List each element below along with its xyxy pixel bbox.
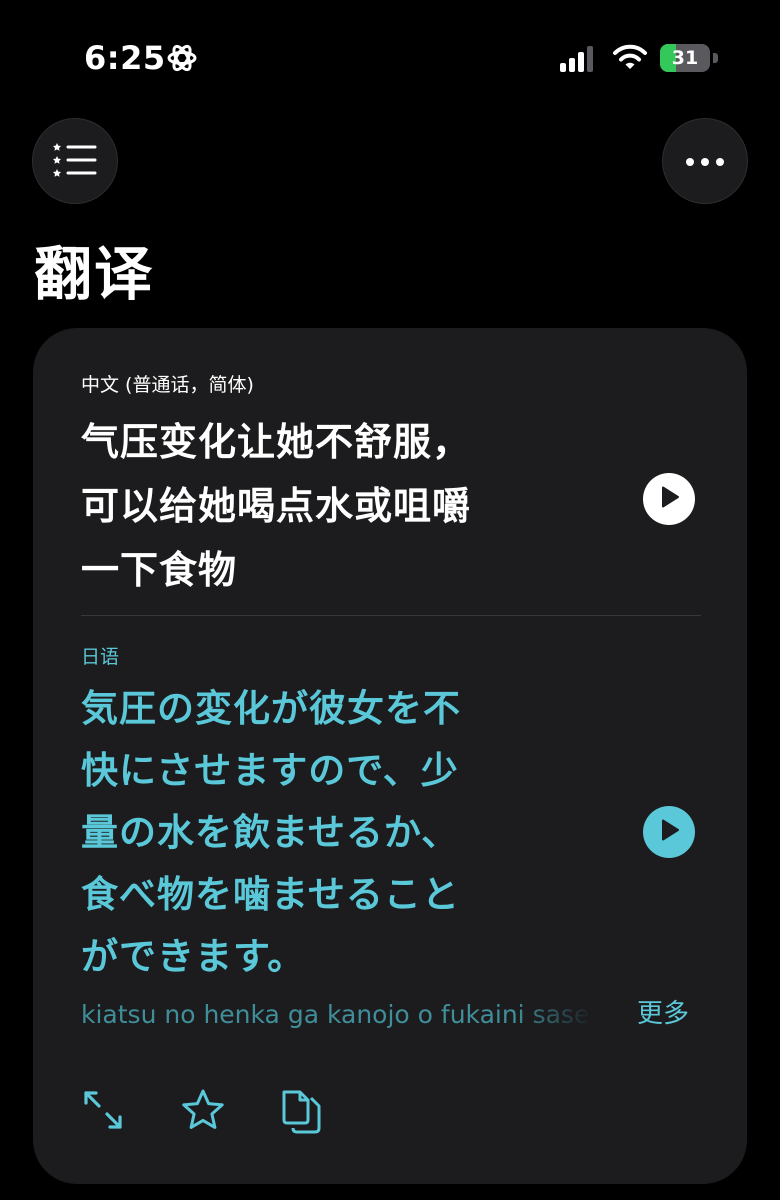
favorite-button[interactable]: [179, 1088, 227, 1136]
source-language-label: 中文 (普通话，简体): [81, 374, 254, 396]
list-icon: [53, 141, 97, 181]
source-line: 一下食物: [81, 548, 238, 592]
more-options-button[interactable]: [662, 118, 748, 204]
battery-percent: 31: [671, 47, 699, 69]
target-text[interactable]: 気圧の変化が彼女を不 快にさせますので、少 量の水を飲ませるか、 食べ物を噛ませ…: [81, 678, 581, 988]
source-line: 气压变化让她不舒服，: [81, 420, 472, 464]
play-target-button[interactable]: [643, 806, 695, 858]
expand-button[interactable]: [79, 1088, 127, 1136]
play-icon: [658, 485, 680, 513]
page-title: 翻译: [34, 240, 155, 308]
focus-icon: [166, 42, 198, 74]
target-line: ができます。: [81, 935, 306, 978]
target-line: 量の水を飲ませるか、: [81, 811, 460, 854]
source-line: 可以给她喝点水或咀嚼: [81, 484, 472, 528]
copy-icon: [279, 1084, 323, 1140]
status-bar: 6:25 31: [0, 0, 780, 110]
signal-icon: [560, 46, 600, 72]
romanization-text: kiatsu no henka ga kanojo o fukaini sase…: [81, 1000, 593, 1029]
target-line: 快にさせますので、少: [81, 749, 459, 792]
target-language-label: 日语: [81, 646, 120, 668]
target-line: 気圧の変化が彼女を不: [81, 687, 461, 730]
battery-icon: 31: [660, 44, 718, 72]
target-line: 食べ物を噛ませること: [81, 873, 460, 916]
source-text[interactable]: 气压变化让她不舒服， 可以给她喝点水或咀嚼 一下食物: [81, 410, 601, 602]
list-menu-button[interactable]: [32, 118, 118, 204]
battery-body: 31: [660, 44, 710, 72]
copy-button[interactable]: [277, 1088, 325, 1136]
play-icon: [658, 818, 680, 846]
ellipsis-icon: [685, 152, 725, 171]
status-time: 6:25: [84, 39, 166, 77]
translation-card: 中文 (普通话，简体) 气压变化让她不舒服， 可以给她喝点水或咀嚼 一下食物 日…: [33, 328, 747, 1184]
divider: [81, 615, 701, 616]
expand-icon: [81, 1088, 125, 1136]
more-link[interactable]: 更多: [637, 996, 689, 1032]
wifi-icon: [612, 42, 648, 72]
battery-cap: [713, 53, 718, 63]
play-source-button[interactable]: [643, 473, 695, 525]
star-icon: [180, 1088, 226, 1136]
